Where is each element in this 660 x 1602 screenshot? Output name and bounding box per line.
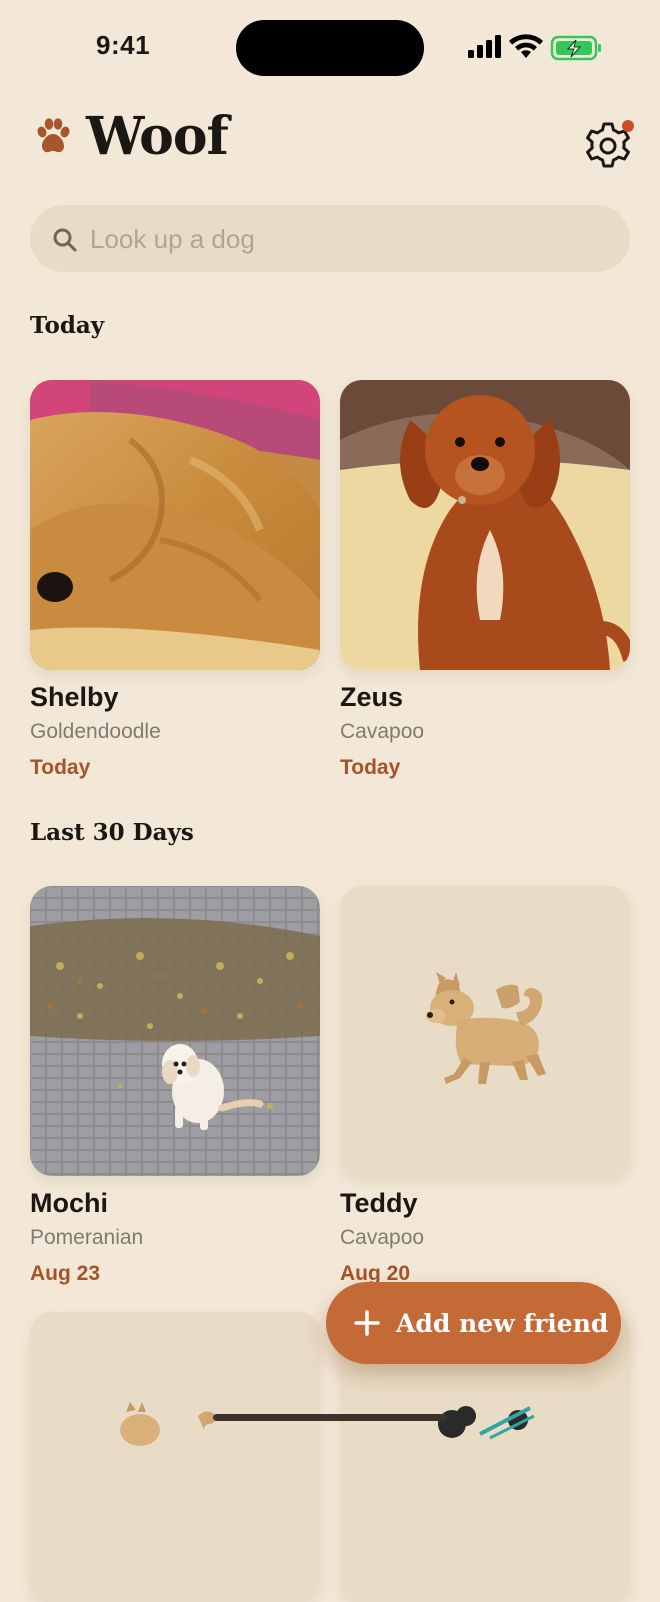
dog-photo-placeholder	[340, 886, 630, 1176]
search-icon	[53, 228, 77, 252]
dynamic-island	[236, 20, 424, 76]
dog-emoji-icon	[426, 972, 546, 1084]
dog-date: Today	[30, 756, 91, 779]
wifi-icon	[509, 34, 543, 58]
dog-emoji-icon	[120, 1402, 216, 1446]
notification-dot	[622, 120, 634, 132]
dog-name: Teddy	[340, 1188, 418, 1218]
status-icons	[468, 34, 601, 61]
dog-name: Shelby	[30, 682, 119, 712]
add-new-friend-label: Add new friend	[396, 1308, 609, 1338]
dog-photo-zeus	[340, 380, 630, 670]
dog-breed: Pomeranian	[30, 1226, 144, 1249]
dog-card-zeus[interactable]: Zeus Cavapoo Today	[340, 380, 630, 782]
status-time: 9:41	[96, 30, 151, 60]
dog-name: Zeus	[340, 682, 404, 712]
search-input[interactable]	[90, 218, 590, 260]
dog-card-shelby[interactable]: Shelby Goldendoodle Today	[30, 380, 320, 782]
add-new-friend-button[interactable]: Add new friend	[326, 1282, 621, 1364]
dog-date: Aug 23	[30, 1262, 101, 1285]
dog-card-teddy[interactable]: Teddy Cavapoo Aug 20	[340, 886, 630, 1288]
dog-card-partial-1[interactable]	[30, 1312, 320, 1602]
battery-icon	[550, 35, 601, 61]
dog-card-mochi[interactable]: Mochi Pomeranian Aug 23	[30, 886, 320, 1288]
paw-icon	[37, 118, 70, 153]
dog-photo-mochi	[30, 886, 320, 1176]
dog-date: Today	[340, 756, 401, 779]
app-title: Woof	[86, 106, 229, 167]
dog-breed: Goldendoodle	[30, 720, 161, 743]
dog-name: Mochi	[30, 1188, 108, 1218]
section-title-last-30-days: Last 30 Days	[30, 819, 194, 846]
dog-breed: Cavapoo	[340, 720, 425, 743]
cellular-signal-icon	[468, 35, 501, 58]
dog-photo-shelby	[30, 380, 320, 670]
home-indicator[interactable]	[213, 1414, 447, 1421]
dog-breed: Cavapoo	[340, 1226, 425, 1249]
plus-icon	[354, 1310, 380, 1336]
dog-photo-placeholder	[30, 1312, 320, 1602]
section-title-today: Today	[30, 312, 105, 339]
